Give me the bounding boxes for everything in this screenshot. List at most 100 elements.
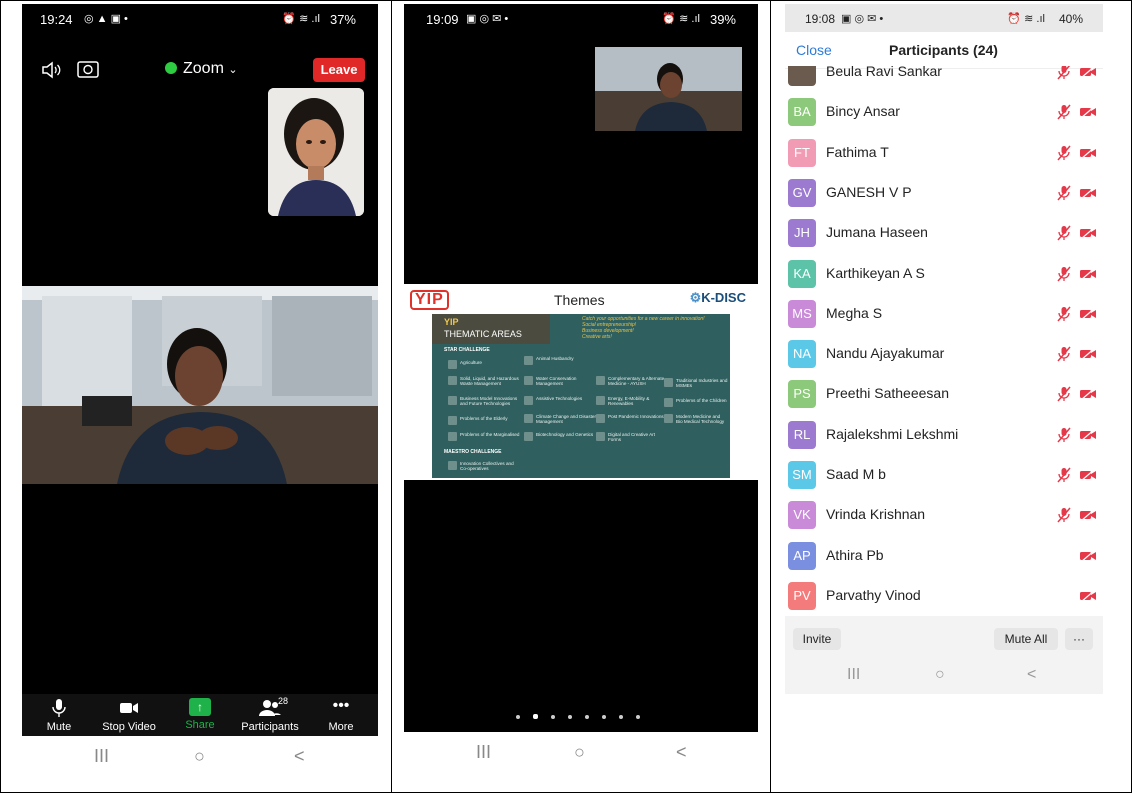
avatar: PV	[788, 581, 816, 610]
signal-icons: ⏰ ≋ .ıl	[662, 13, 700, 25]
video-camera-icon	[120, 703, 138, 713]
page-dot	[568, 715, 572, 719]
participants-label: Participants	[241, 721, 299, 733]
theme-item: Post Pandemic Innovations	[596, 414, 668, 423]
home-button[interactable]: ○	[574, 742, 585, 763]
video-off-icon	[1080, 348, 1096, 361]
participants-list[interactable]: Beula Ravi Sankar BA Bincy Ansar FT Fathima …	[785, 66, 1103, 610]
close-button[interactable]: Close	[796, 42, 832, 58]
participant-row[interactable]: AP Athira Pb	[785, 536, 1103, 576]
recents-button[interactable]: III	[847, 666, 860, 684]
participant-row[interactable]: RL Rajalekshmi Lekshmi	[785, 415, 1103, 455]
avatar: KA	[788, 259, 816, 288]
panel-divider	[391, 0, 392, 793]
switch-camera-icon[interactable]	[76, 58, 100, 80]
participant-row[interactable]: NA Nandu Ajayakumar	[785, 334, 1103, 374]
theme-item: Business Model Innovations and Future Te…	[448, 396, 520, 406]
participant-row[interactable]: PV Parvathy Vinod	[785, 576, 1103, 610]
participant-row[interactable]: VK Vrinda Krishnan	[785, 495, 1103, 535]
participant-name: GANESH V P	[826, 183, 912, 200]
avatar: VK	[788, 501, 816, 530]
kdisc-logo-text: K-DISC	[701, 290, 746, 305]
home-button[interactable]: ○	[194, 746, 205, 767]
video-off-icon	[1080, 267, 1096, 280]
video-off-icon	[1080, 589, 1096, 602]
muted-microphone-icon	[1057, 266, 1071, 281]
mute-all-button[interactable]: Mute All	[994, 628, 1058, 650]
yip-logo: YIP	[410, 290, 449, 310]
page-dot	[533, 714, 538, 719]
page-dot	[516, 715, 520, 719]
muted-microphone-icon	[1057, 346, 1071, 362]
speaker-video-thumbnail[interactable]	[595, 47, 742, 131]
muted-microphone-icon	[1057, 104, 1071, 120]
participants-title: Participants (24)	[889, 42, 998, 58]
meeting-info-dropdown[interactable]: Zoom ⌄	[165, 60, 238, 78]
theme-item: Innovation Collectives and Co-operatives	[448, 461, 520, 471]
participant-name: Nandu Ajayakumar	[826, 345, 945, 362]
participant-row[interactable]: GV GANESH V P	[785, 173, 1103, 213]
recents-button[interactable]: III	[94, 746, 109, 767]
signal-icons: ⏰ ≋ .ıl	[1007, 13, 1045, 25]
page-dot	[619, 715, 623, 719]
participant-row[interactable]: PS Preethi Satheeesan	[785, 374, 1103, 414]
participant-name: Rajalekshmi Lekshmi	[826, 425, 959, 442]
meeting-title: Zoom	[183, 60, 224, 77]
speaker-icon[interactable]	[40, 59, 62, 81]
back-button[interactable]: <	[294, 746, 305, 767]
participant-name: Athira Pb	[826, 546, 884, 563]
page-indicator-dots[interactable]	[516, 706, 653, 724]
board-tagline-line: Creative arts!	[582, 334, 612, 340]
more-button[interactable]: ••• More	[306, 697, 376, 734]
participant-name: Bincy Ansar	[826, 103, 900, 120]
video-off-icon	[1080, 66, 1096, 78]
participant-name: Preethi Satheeesan	[826, 385, 949, 402]
participants-footer: Invite Mute All ···	[785, 616, 1103, 658]
avatar: SM	[788, 461, 816, 489]
theme-item: Solid, Liquid, and Hazardous Waste Manag…	[448, 376, 520, 386]
participant-row[interactable]: KA Karthikeyan A S	[785, 254, 1103, 294]
participant-row[interactable]: JH Jumana Haseen	[785, 213, 1103, 253]
participant-row[interactable]: MS Megha S	[785, 294, 1103, 334]
participants-button[interactable]: 28 Participants	[235, 696, 305, 733]
participant-row[interactable]: Beula Ravi Sankar	[785, 66, 1103, 92]
meeting-controls-toolbar: Mute Stop Video ↑ Share 28 Participants …	[22, 694, 378, 736]
participant-name: Karthikeyan A S	[826, 264, 925, 281]
recents-button[interactable]: III	[476, 742, 491, 763]
participant-video-man-small	[595, 47, 742, 131]
avatar: JH	[788, 219, 816, 248]
theme-item: Digital and Creative Art Forms	[596, 432, 668, 442]
mute-label: Mute	[46, 721, 72, 733]
self-video-thumbnail[interactable]	[268, 88, 364, 216]
status-time: 19:08	[805, 12, 836, 26]
page-dot	[551, 715, 555, 719]
status-bar: 19:09 ▣ ◎ ✉ • ⏰ ≋ .ıl 39%	[404, 4, 758, 34]
invite-button[interactable]: Invite	[793, 628, 841, 650]
thematic-areas-board: YIP THEMATIC AREAS Catch your opportunit…	[432, 314, 730, 478]
participant-name: Parvathy Vinod	[826, 586, 921, 603]
theme-item: Biotechnology and Genetics	[524, 432, 596, 441]
back-button[interactable]: <	[1027, 666, 1036, 684]
participants-header: Close Participants (24)	[785, 32, 1103, 69]
back-button[interactable]: <	[676, 742, 687, 763]
notification-icons: ▣ ◎ ✉ •	[841, 13, 884, 25]
mute-button[interactable]: Mute	[24, 698, 94, 733]
share-button[interactable]: ↑ Share	[165, 698, 235, 731]
notification-icons: ◎ ▲ ▣ •	[84, 13, 128, 25]
more-options-button[interactable]: ···	[1065, 628, 1093, 650]
participant-row[interactable]: BA Bincy Ansar	[785, 92, 1103, 132]
more-label: More	[328, 721, 354, 733]
active-speaker-video	[22, 286, 378, 484]
video-off-icon	[1080, 509, 1096, 522]
stop-video-button[interactable]: Stop Video	[94, 698, 164, 733]
status-bar: 19:08 ▣ ◎ ✉ • ⏰ ≋ .ıl 40%	[785, 4, 1103, 32]
home-button[interactable]: ○	[935, 666, 945, 684]
avatar	[788, 66, 816, 86]
video-off-icon	[1080, 227, 1096, 240]
panel-divider	[770, 0, 771, 793]
participant-video-woman	[268, 88, 364, 216]
participant-row[interactable]: FT Fathima T	[785, 133, 1103, 173]
leave-button[interactable]: Leave	[313, 58, 365, 82]
more-dots-icon: •••	[332, 697, 350, 714]
participant-row[interactable]: SM Saad M b	[785, 455, 1103, 495]
